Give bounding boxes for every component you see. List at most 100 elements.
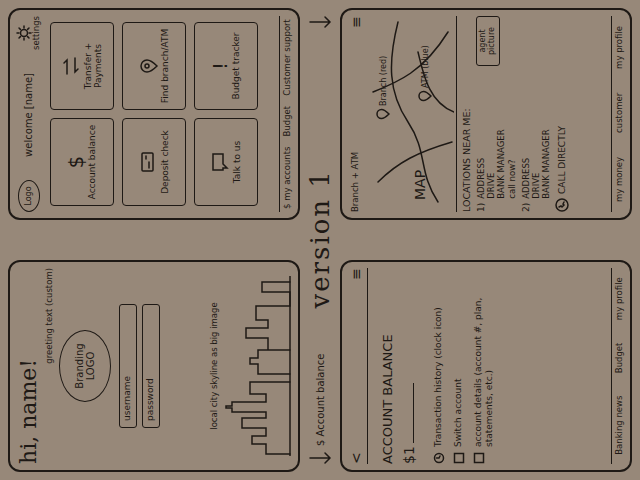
option-label: account details (account #, plan, statem…	[473, 268, 495, 447]
account-option[interactable]: Switch account	[453, 268, 465, 464]
bottom-nav: my money customer my profile	[611, 16, 624, 212]
arrow-down-icon	[308, 14, 332, 30]
nav-item[interactable]: my profile	[615, 277, 624, 320]
home-screen: Logo welcome [name] settings $Account balan…	[8, 8, 300, 220]
location-line: call now?	[507, 70, 517, 199]
nav-item[interactable]: my money	[615, 157, 624, 202]
login-screen: hi, name!greeting text (custom)Branding …	[8, 260, 300, 472]
nav-item[interactable]: my profile	[615, 26, 624, 69]
account-header: <≡	[348, 268, 368, 464]
location-line: DRIVE	[486, 70, 496, 199]
brand-logo: Branding LOGO	[59, 330, 111, 402]
home-tile[interactable]: $Account balance	[50, 118, 114, 206]
agent-picture: agent picture	[476, 16, 500, 66]
call-button[interactable]: CALL DIRECTLY	[555, 16, 569, 212]
sun-settings-icon	[16, 25, 32, 41]
back-button[interactable]: <	[348, 452, 364, 464]
map-area[interactable]: MAP Branch (red) ATM (blue)	[368, 16, 457, 212]
tile-grid: $Account balance Transfer + Payments Depos…	[46, 16, 262, 212]
account-option[interactable]: Transaction history (clock icon)	[433, 268, 445, 464]
greeting: hi, name!	[16, 268, 41, 464]
phone-icon	[555, 198, 569, 212]
location-list: 1)ADDRESSDRIVEBANK MANAGERcall now?agent…	[476, 16, 551, 212]
arrow-down-icon	[308, 450, 332, 466]
map-pin[interactable]: ATM (blue)	[418, 45, 432, 102]
box-icon	[453, 452, 465, 464]
flow-label: $ Account balance	[315, 354, 326, 446]
city-skyline-icon	[222, 276, 292, 456]
pin-icon	[376, 108, 390, 120]
balance-amount: $1	[401, 446, 417, 464]
home-logo: Logo	[18, 180, 40, 212]
home-tile[interactable]: Talk to us	[194, 118, 258, 206]
nav-item[interactable]: Budget	[283, 106, 292, 137]
bottom-nav: Banking news Budget my profile	[611, 268, 624, 464]
nav-item[interactable]: customer	[615, 93, 624, 133]
amount-line	[413, 383, 414, 443]
map-roads-icon	[368, 16, 454, 212]
home-tile[interactable]: Find branch/ATM	[122, 22, 186, 110]
location-line: ADDRESS	[476, 70, 486, 199]
image-note: local city skyline as big image	[210, 302, 220, 429]
check-icon	[137, 151, 159, 173]
tile-label: Talk to us	[233, 141, 243, 183]
login-fields: username password	[119, 268, 160, 464]
option-label: Transaction history (clock icon)	[433, 307, 444, 447]
nav-item[interactable]: Customer support	[283, 19, 292, 96]
home-tile[interactable]: Transfer + Payments	[50, 22, 114, 110]
pin-label: ATM (blue)	[421, 45, 430, 88]
location-item[interactable]: 1) ADDRESSDRIVEBANK MANAGERcall now? agent…	[476, 16, 517, 212]
pin-icon	[137, 55, 159, 77]
location-number: 2)	[521, 203, 531, 212]
locations-heading: LOCATIONS NEAR ME:	[461, 16, 472, 212]
tile-label: Deposit check	[161, 130, 171, 194]
alert-icon: !	[210, 62, 230, 70]
settings-label: settings	[32, 16, 42, 50]
welcome-text: welcome [name]	[23, 73, 34, 157]
location-line: DRIVE	[531, 16, 541, 199]
logo-text: Branding LOGO	[74, 331, 96, 401]
amount-row: $1	[401, 268, 417, 464]
map-header: Branch + ATM≡	[348, 16, 364, 212]
map-pin[interactable]: Branch (red)	[376, 56, 390, 120]
tile-label: Find branch/ATM	[161, 29, 171, 103]
menu-button[interactable]: ≡	[348, 268, 364, 280]
nav-item[interactable]: Budget	[615, 343, 624, 374]
pin-icon	[418, 90, 432, 102]
arrows-icon	[60, 55, 82, 77]
location-line: ADDRESS	[521, 16, 531, 199]
tile-label: Transfer + Payments	[84, 26, 104, 106]
option-label: Switch account	[453, 379, 464, 447]
location-details: ADDRESSDRIVEBANK MANAGER	[521, 16, 552, 199]
tile-label: Account balance	[88, 125, 98, 200]
location-details: ADDRESSDRIVEBANK MANAGERcall now?	[476, 70, 517, 199]
account-screen: <≡ACCOUNT BALANCE$1Transaction history (…	[340, 260, 632, 472]
dollar-icon: $	[66, 156, 86, 169]
location-number: 1)	[476, 203, 486, 212]
call-label: CALL DIRECTLY	[557, 126, 567, 194]
flow-arrow	[308, 14, 332, 124]
menu-button[interactable]: ≡	[348, 16, 364, 28]
version-strip: $ Account balance version 1	[300, 8, 340, 472]
version-title: version 1	[305, 169, 335, 308]
map-label: MAP	[412, 170, 428, 200]
account-option[interactable]: account details (account #, plan, statem…	[473, 268, 495, 464]
chat-icon	[209, 151, 231, 173]
map-screen: Branch + ATM≡ MAP Branch (red) ATM (blue) LO…	[340, 8, 632, 220]
logo-text: Logo	[24, 186, 33, 205]
flow-arrow: $ Account balance	[308, 354, 332, 466]
home-tile[interactable]: !Budget tracker	[194, 22, 258, 110]
skyline-area: local city skyline as big image	[210, 268, 292, 464]
tile-label: Budget tracker	[232, 32, 242, 99]
location-item[interactable]: 2) ADDRESSDRIVEBANK MANAGER	[521, 16, 552, 212]
login-field[interactable]: username	[119, 304, 137, 428]
login-field[interactable]: password	[142, 304, 160, 428]
bottom-nav: $ my accounts Budget Customer support	[279, 16, 292, 212]
location-line: BANK MANAGER	[541, 16, 551, 199]
nav-item[interactable]: $ my accounts	[283, 147, 292, 209]
location-line: BANK MANAGER	[496, 70, 506, 199]
settings-button[interactable]: settings	[16, 16, 42, 50]
nav-item[interactable]: Banking news	[615, 396, 624, 455]
account-title: ACCOUNT BALANCE	[380, 268, 395, 464]
home-tile[interactable]: Deposit check	[122, 118, 186, 206]
